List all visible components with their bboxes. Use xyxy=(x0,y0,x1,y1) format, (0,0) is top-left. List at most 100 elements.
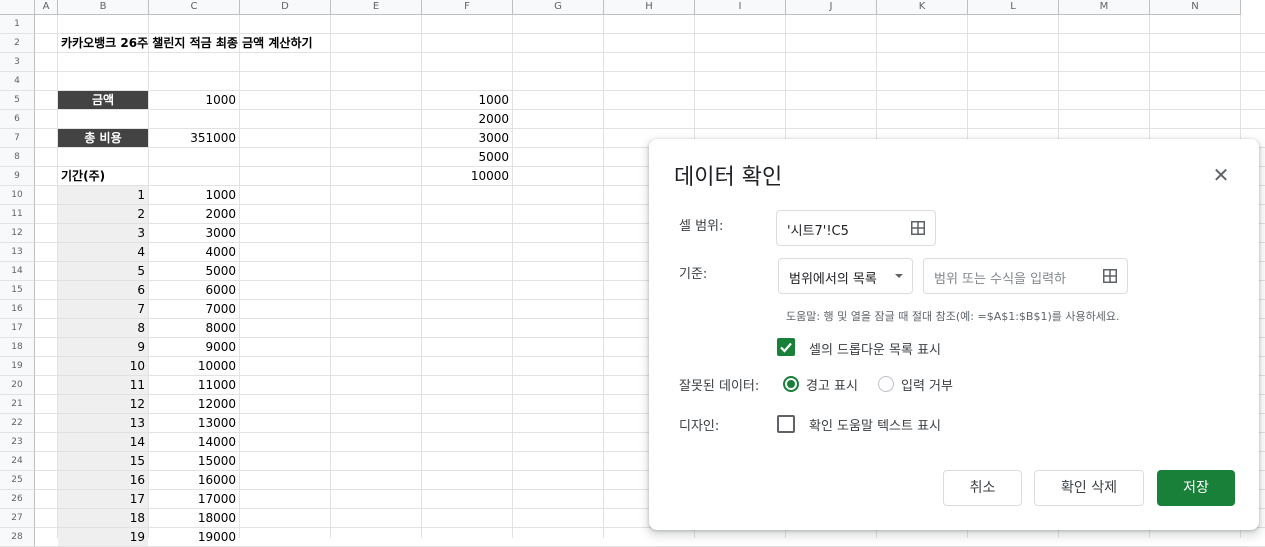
column-header[interactable]: K xyxy=(877,0,968,15)
week-number-cell[interactable]: 11 xyxy=(58,376,148,394)
week-number-cell[interactable]: 8 xyxy=(58,319,148,337)
week-number-cell[interactable]: 3 xyxy=(58,224,148,242)
week-amount-cell[interactable]: 12000 xyxy=(149,395,239,413)
list-value-cell[interactable]: 10000 xyxy=(422,167,512,185)
week-number-cell[interactable]: 5 xyxy=(58,262,148,280)
design-help-label[interactable]: 확인 도움말 텍스트 표시 xyxy=(809,415,941,434)
checkbox-unchecked-icon[interactable] xyxy=(777,415,795,433)
grid-range-icon[interactable] xyxy=(911,221,925,235)
week-number-cell[interactable]: 9 xyxy=(58,338,148,356)
row-header[interactable]: 3 xyxy=(0,53,35,72)
column-header[interactable]: N xyxy=(1150,0,1241,15)
column-header[interactable]: C xyxy=(149,0,240,15)
column-header[interactable]: D xyxy=(240,0,331,15)
week-number-cell[interactable]: 1 xyxy=(58,186,148,204)
week-number-cell[interactable]: 6 xyxy=(58,281,148,299)
week-number-cell[interactable]: 16 xyxy=(58,471,148,489)
column-header[interactable]: G xyxy=(513,0,604,15)
close-icon[interactable]: ✕ xyxy=(1211,165,1231,185)
week-number-cell[interactable]: 7 xyxy=(58,300,148,318)
week-amount-cell[interactable]: 4000 xyxy=(149,243,239,261)
week-number-cell[interactable]: 12 xyxy=(58,395,148,413)
row-header[interactable]: 4 xyxy=(0,72,35,91)
week-amount-cell[interactable]: 6000 xyxy=(149,281,239,299)
criteria-range-input[interactable]: 범위 또는 수식을 입력하 xyxy=(923,258,1128,294)
radio-unselected-icon[interactable] xyxy=(878,376,894,392)
row-header[interactable]: 1 xyxy=(0,15,35,34)
list-value-cell[interactable]: 3000 xyxy=(422,129,512,147)
list-value-cell[interactable]: 5000 xyxy=(422,148,512,166)
total-value-cell[interactable]: 351000 xyxy=(149,129,239,147)
row-header[interactable]: 21 xyxy=(0,395,35,414)
week-amount-cell[interactable]: 16000 xyxy=(149,471,239,489)
cancel-button[interactable]: 취소 xyxy=(943,470,1022,506)
week-amount-cell[interactable]: 13000 xyxy=(149,414,239,432)
grid-range-icon[interactable] xyxy=(1103,269,1117,283)
week-number-cell[interactable]: 15 xyxy=(58,452,148,470)
row-header[interactable]: 17 xyxy=(0,319,35,338)
week-number-cell[interactable]: 13 xyxy=(58,414,148,432)
period-label-cell[interactable]: 기간(주) xyxy=(58,167,148,185)
amount-label-cell[interactable]: 금액 xyxy=(58,91,148,109)
week-amount-cell[interactable]: 17000 xyxy=(149,490,239,508)
show-dropdown-label[interactable]: 셀의 드롭다운 목록 표시 xyxy=(809,339,941,358)
column-header[interactable]: A xyxy=(35,0,58,15)
row-header[interactable]: 15 xyxy=(0,281,35,300)
week-amount-cell[interactable]: 11000 xyxy=(149,376,239,394)
column-header[interactable]: B xyxy=(58,0,149,15)
week-amount-cell[interactable]: 7000 xyxy=(149,300,239,318)
column-header[interactable]: F xyxy=(422,0,513,15)
week-amount-cell[interactable]: 2000 xyxy=(149,205,239,223)
row-header[interactable]: 11 xyxy=(0,205,35,224)
list-value-cell[interactable]: 2000 xyxy=(422,110,512,128)
column-header[interactable]: E xyxy=(331,0,422,15)
row-header[interactable]: 14 xyxy=(0,262,35,281)
remove-validation-button[interactable]: 확인 삭제 xyxy=(1034,470,1144,506)
row-header[interactable]: 5 xyxy=(0,91,35,110)
week-amount-cell[interactable]: 18000 xyxy=(149,509,239,527)
row-header[interactable]: 22 xyxy=(0,414,35,433)
row-header[interactable]: 12 xyxy=(0,224,35,243)
week-amount-cell[interactable]: 1000 xyxy=(149,186,239,204)
week-amount-cell[interactable]: 10000 xyxy=(149,357,239,375)
save-button[interactable]: 저장 xyxy=(1157,470,1235,506)
row-header[interactable]: 19 xyxy=(0,357,35,376)
row-header[interactable]: 18 xyxy=(0,338,35,357)
row-header[interactable]: 2 xyxy=(0,34,35,53)
week-number-cell[interactable]: 14 xyxy=(58,433,148,451)
select-all-corner[interactable] xyxy=(0,0,35,15)
week-number-cell[interactable]: 10 xyxy=(58,357,148,375)
row-header[interactable]: 27 xyxy=(0,509,35,528)
row-header[interactable]: 20 xyxy=(0,376,35,395)
sheet-title-cell[interactable]: 카카오뱅크 26주 챌린지 적금 최종 금액 계산하기 xyxy=(58,34,313,52)
week-number-cell[interactable]: 18 xyxy=(58,509,148,527)
row-header[interactable]: 7 xyxy=(0,129,35,148)
row-header[interactable]: 23 xyxy=(0,433,35,452)
row-header[interactable]: 8 xyxy=(0,148,35,167)
row-header[interactable]: 6 xyxy=(0,110,35,129)
column-header[interactable]: I xyxy=(695,0,786,15)
week-number-cell[interactable]: 19 xyxy=(58,528,148,546)
week-amount-cell[interactable]: 8000 xyxy=(149,319,239,337)
invalid-reject-option[interactable]: 입력 거부 xyxy=(901,375,953,394)
row-header[interactable]: 26 xyxy=(0,490,35,509)
week-amount-cell[interactable]: 15000 xyxy=(149,452,239,470)
week-amount-cell[interactable]: 9000 xyxy=(149,338,239,356)
list-value-cell[interactable]: 1000 xyxy=(422,91,512,109)
row-header[interactable]: 10 xyxy=(0,186,35,205)
range-input[interactable]: '시트7'!C5 xyxy=(776,210,936,246)
criteria-dropdown[interactable]: 범위에서의 목록 xyxy=(778,258,913,294)
column-header[interactable]: H xyxy=(604,0,695,15)
row-header[interactable]: 25 xyxy=(0,471,35,490)
column-header[interactable]: J xyxy=(786,0,877,15)
total-label-cell[interactable]: 총 비용 xyxy=(58,129,148,147)
invalid-warn-option[interactable]: 경고 표시 xyxy=(806,375,858,394)
column-header[interactable]: M xyxy=(1059,0,1150,15)
week-number-cell[interactable]: 2 xyxy=(58,205,148,223)
week-amount-cell[interactable]: 19000 xyxy=(149,528,239,546)
row-header[interactable]: 9 xyxy=(0,167,35,186)
week-amount-cell[interactable]: 3000 xyxy=(149,224,239,242)
week-number-cell[interactable]: 17 xyxy=(58,490,148,508)
row-header[interactable]: 13 xyxy=(0,243,35,262)
row-header[interactable]: 24 xyxy=(0,452,35,471)
